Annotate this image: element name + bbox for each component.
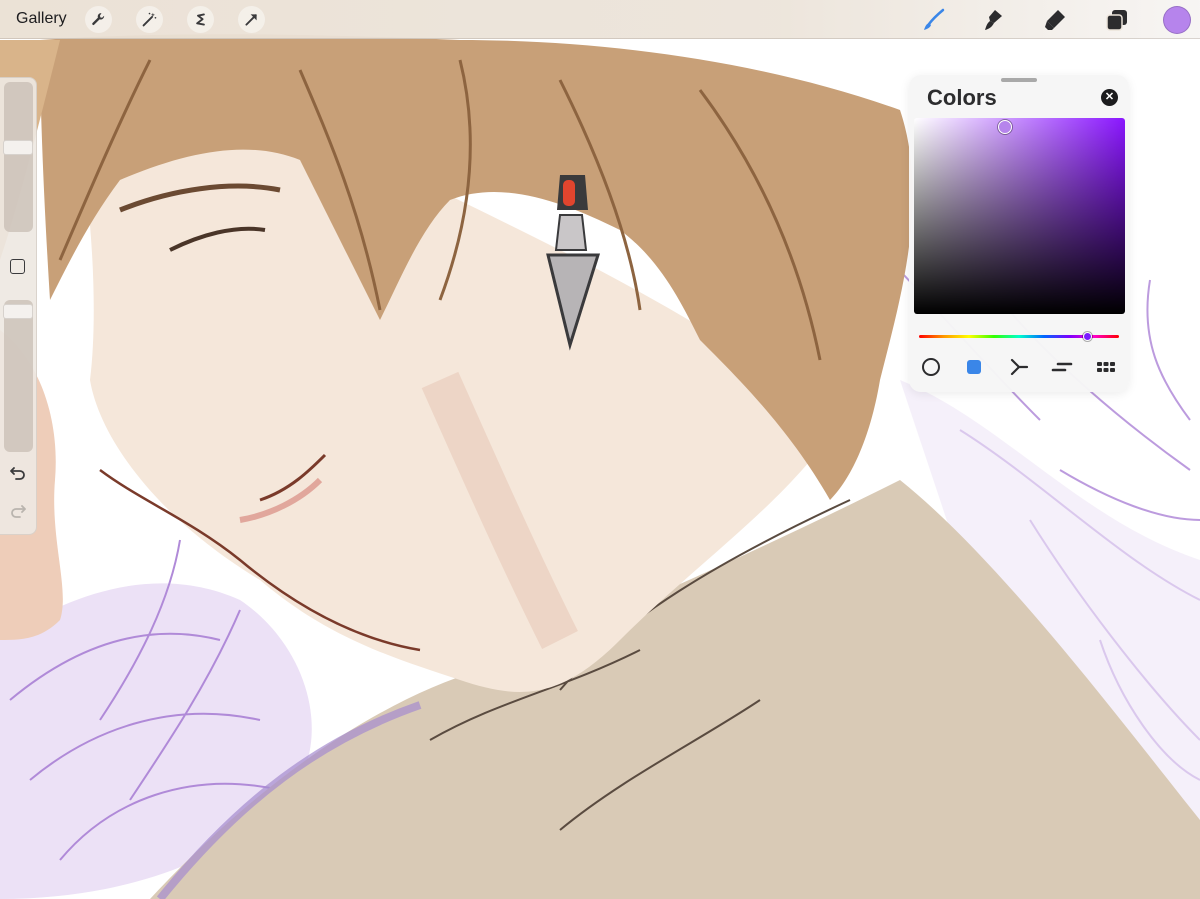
actions-button[interactable]	[85, 6, 112, 33]
value-sliders-icon	[1051, 362, 1073, 372]
layers-button[interactable]	[1103, 6, 1131, 34]
disc-icon	[922, 358, 940, 376]
smudge-icon	[985, 10, 1002, 30]
colors-panel: Colors ✕	[909, 75, 1129, 392]
modify-square-icon[interactable]	[10, 259, 25, 274]
classic-square-icon	[967, 360, 981, 374]
eraser-tool-button[interactable]	[1041, 6, 1069, 34]
redo-icon[interactable]	[9, 502, 27, 520]
color-picker-thumb[interactable]	[998, 120, 1012, 134]
colors-panel-title: Colors	[927, 85, 997, 110]
smudge-tool-button[interactable]	[980, 6, 1008, 34]
brush-icon	[924, 8, 945, 30]
wrench-icon	[92, 13, 105, 26]
palettes-mode-tab[interactable]	[1094, 356, 1118, 378]
brush-size-slider[interactable]	[4, 82, 33, 232]
close-icon[interactable]: ✕	[1101, 89, 1118, 106]
panel-grabber[interactable]	[1001, 78, 1037, 82]
opacity-thumb[interactable]	[3, 304, 33, 319]
harmony-mode-tab[interactable]	[1007, 356, 1031, 378]
selection-button[interactable]	[187, 6, 214, 33]
undo-icon[interactable]	[9, 464, 27, 482]
top-toolbar: Gallery	[0, 0, 1200, 39]
value-mode-tab[interactable]	[1050, 356, 1074, 378]
eraser-icon	[1045, 10, 1065, 30]
left-sidebar	[0, 77, 37, 535]
classic-mode-tab[interactable]	[962, 356, 986, 378]
arrow-cursor-icon	[245, 14, 257, 26]
palettes-grid-icon	[1097, 362, 1115, 372]
layers-icon	[1106, 10, 1127, 31]
harmony-icon	[1010, 358, 1029, 376]
opacity-slider[interactable]	[4, 300, 33, 452]
magic-wand-icon	[142, 12, 157, 27]
brush-tool-button[interactable]	[920, 6, 948, 34]
brush-size-thumb[interactable]	[3, 140, 33, 155]
adjustments-button[interactable]	[136, 6, 163, 33]
disc-mode-tab[interactable]	[919, 356, 943, 378]
transform-button[interactable]	[238, 6, 265, 33]
hue-slider-thumb[interactable]	[1083, 332, 1092, 341]
gallery-button[interactable]: Gallery	[16, 10, 67, 28]
saturation-brightness-picker[interactable]	[914, 118, 1125, 314]
selection-s-icon	[196, 13, 205, 26]
current-color-button[interactable]	[1163, 6, 1191, 34]
